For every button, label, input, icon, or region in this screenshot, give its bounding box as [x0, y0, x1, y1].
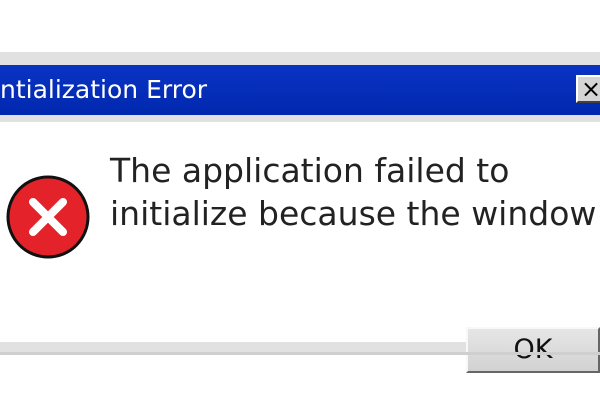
- dialog-body: The application failed to initialize bec…: [0, 122, 600, 373]
- page: ntialization Error × The application fai…: [0, 0, 600, 400]
- dialog-title: ntialization Error: [0, 75, 208, 104]
- message-line-2: initialize because the window: [110, 194, 597, 233]
- ok-button[interactable]: OK: [466, 327, 600, 373]
- error-circle-icon: [6, 175, 90, 259]
- title-bar[interactable]: ntialization Error ×: [0, 65, 600, 115]
- error-message: The application failed to initialize bec…: [110, 149, 600, 235]
- error-dialog: ntialization Error × The application fai…: [0, 52, 600, 373]
- dialog-bottom-edge: [0, 352, 600, 355]
- message-line-1: The application failed to: [110, 151, 510, 190]
- close-button[interactable]: ×: [576, 75, 600, 103]
- close-icon: ×: [581, 75, 600, 103]
